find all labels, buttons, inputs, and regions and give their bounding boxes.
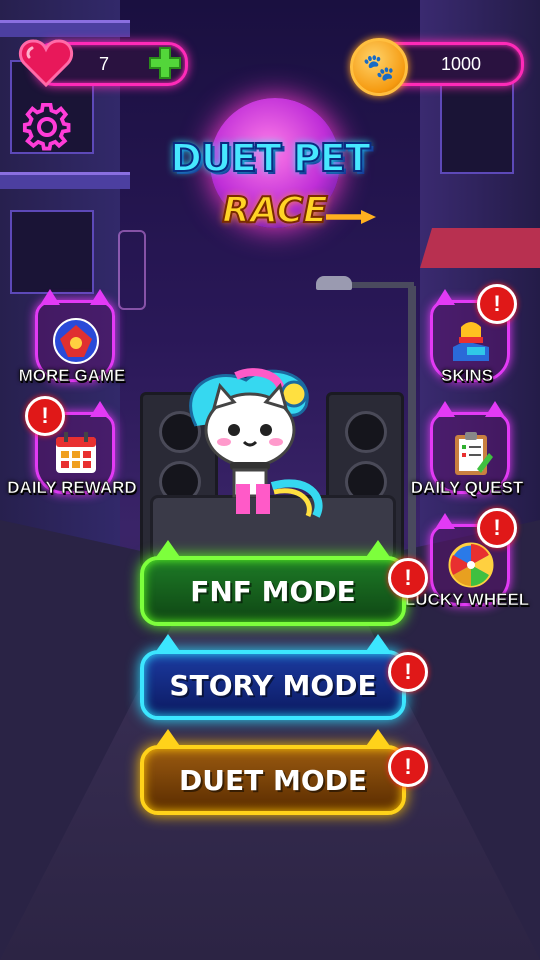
daily-reward-label: DAILY REWARD [7, 478, 137, 498]
story-mode-label: STORY MODE [169, 668, 377, 702]
cat-ear [364, 634, 392, 654]
paw-coin-icon: 🐾 [350, 38, 408, 96]
daily-reward-alert-badge: ! [25, 396, 65, 436]
cat-ear [364, 540, 392, 560]
balcony [0, 20, 130, 37]
cat-ear [154, 634, 182, 654]
calendar-icon [56, 432, 96, 473]
duet-mode-alert-badge: ! [388, 747, 428, 787]
clipboard-icon [455, 432, 493, 475]
fnf-mode-label: FNF MODE [190, 574, 356, 608]
title-line1: DUET PET [169, 135, 371, 181]
title-line2: RACE [221, 189, 329, 232]
fnf-mode-alert-badge: ! [388, 558, 428, 598]
cat-ear [154, 540, 182, 560]
skins-label: SKINS [441, 366, 494, 386]
window [440, 80, 514, 174]
fnf-mode-button[interactable]: FNF MODE [140, 540, 406, 626]
skins-icon [453, 322, 489, 361]
lucky-wheel-alert-badge: ! [477, 508, 517, 548]
paw-icon: 🐾 [362, 52, 396, 82]
balcony [0, 172, 130, 189]
more-game-button[interactable]: MORE GAME [17, 289, 127, 400]
cat-pet-character [189, 368, 323, 518]
more-games-icon [53, 318, 99, 364]
add-lives-button[interactable] [148, 46, 182, 80]
story-mode-button[interactable]: STORY MODE [140, 634, 406, 720]
street-lamp-head [316, 276, 352, 290]
coins-count: 1000 [441, 54, 482, 74]
cat-ear [364, 729, 392, 749]
heart-icon [18, 39, 74, 88]
wheel-icon [448, 542, 494, 588]
story-mode-alert-badge: ! [388, 652, 428, 692]
shop-awning [420, 228, 540, 268]
daily-quest-label: DAILY QUEST [410, 478, 524, 498]
speaker-cone [345, 411, 387, 453]
daily-quest-button[interactable]: DAILY QUEST [410, 401, 524, 512]
gear-icon[interactable] [22, 102, 72, 152]
window [10, 210, 94, 294]
game-logo: DUET PET RACE [160, 98, 380, 248]
skins-alert-badge: ! [477, 284, 517, 324]
duet-mode-label: DUET MODE [179, 763, 367, 797]
duet-mode-button[interactable]: DUET MODE [140, 729, 406, 815]
music-neon-sign [118, 230, 146, 310]
cat-ear [154, 729, 182, 749]
more-game-label: MORE GAME [18, 366, 126, 386]
lives-count: 7 [99, 54, 110, 74]
